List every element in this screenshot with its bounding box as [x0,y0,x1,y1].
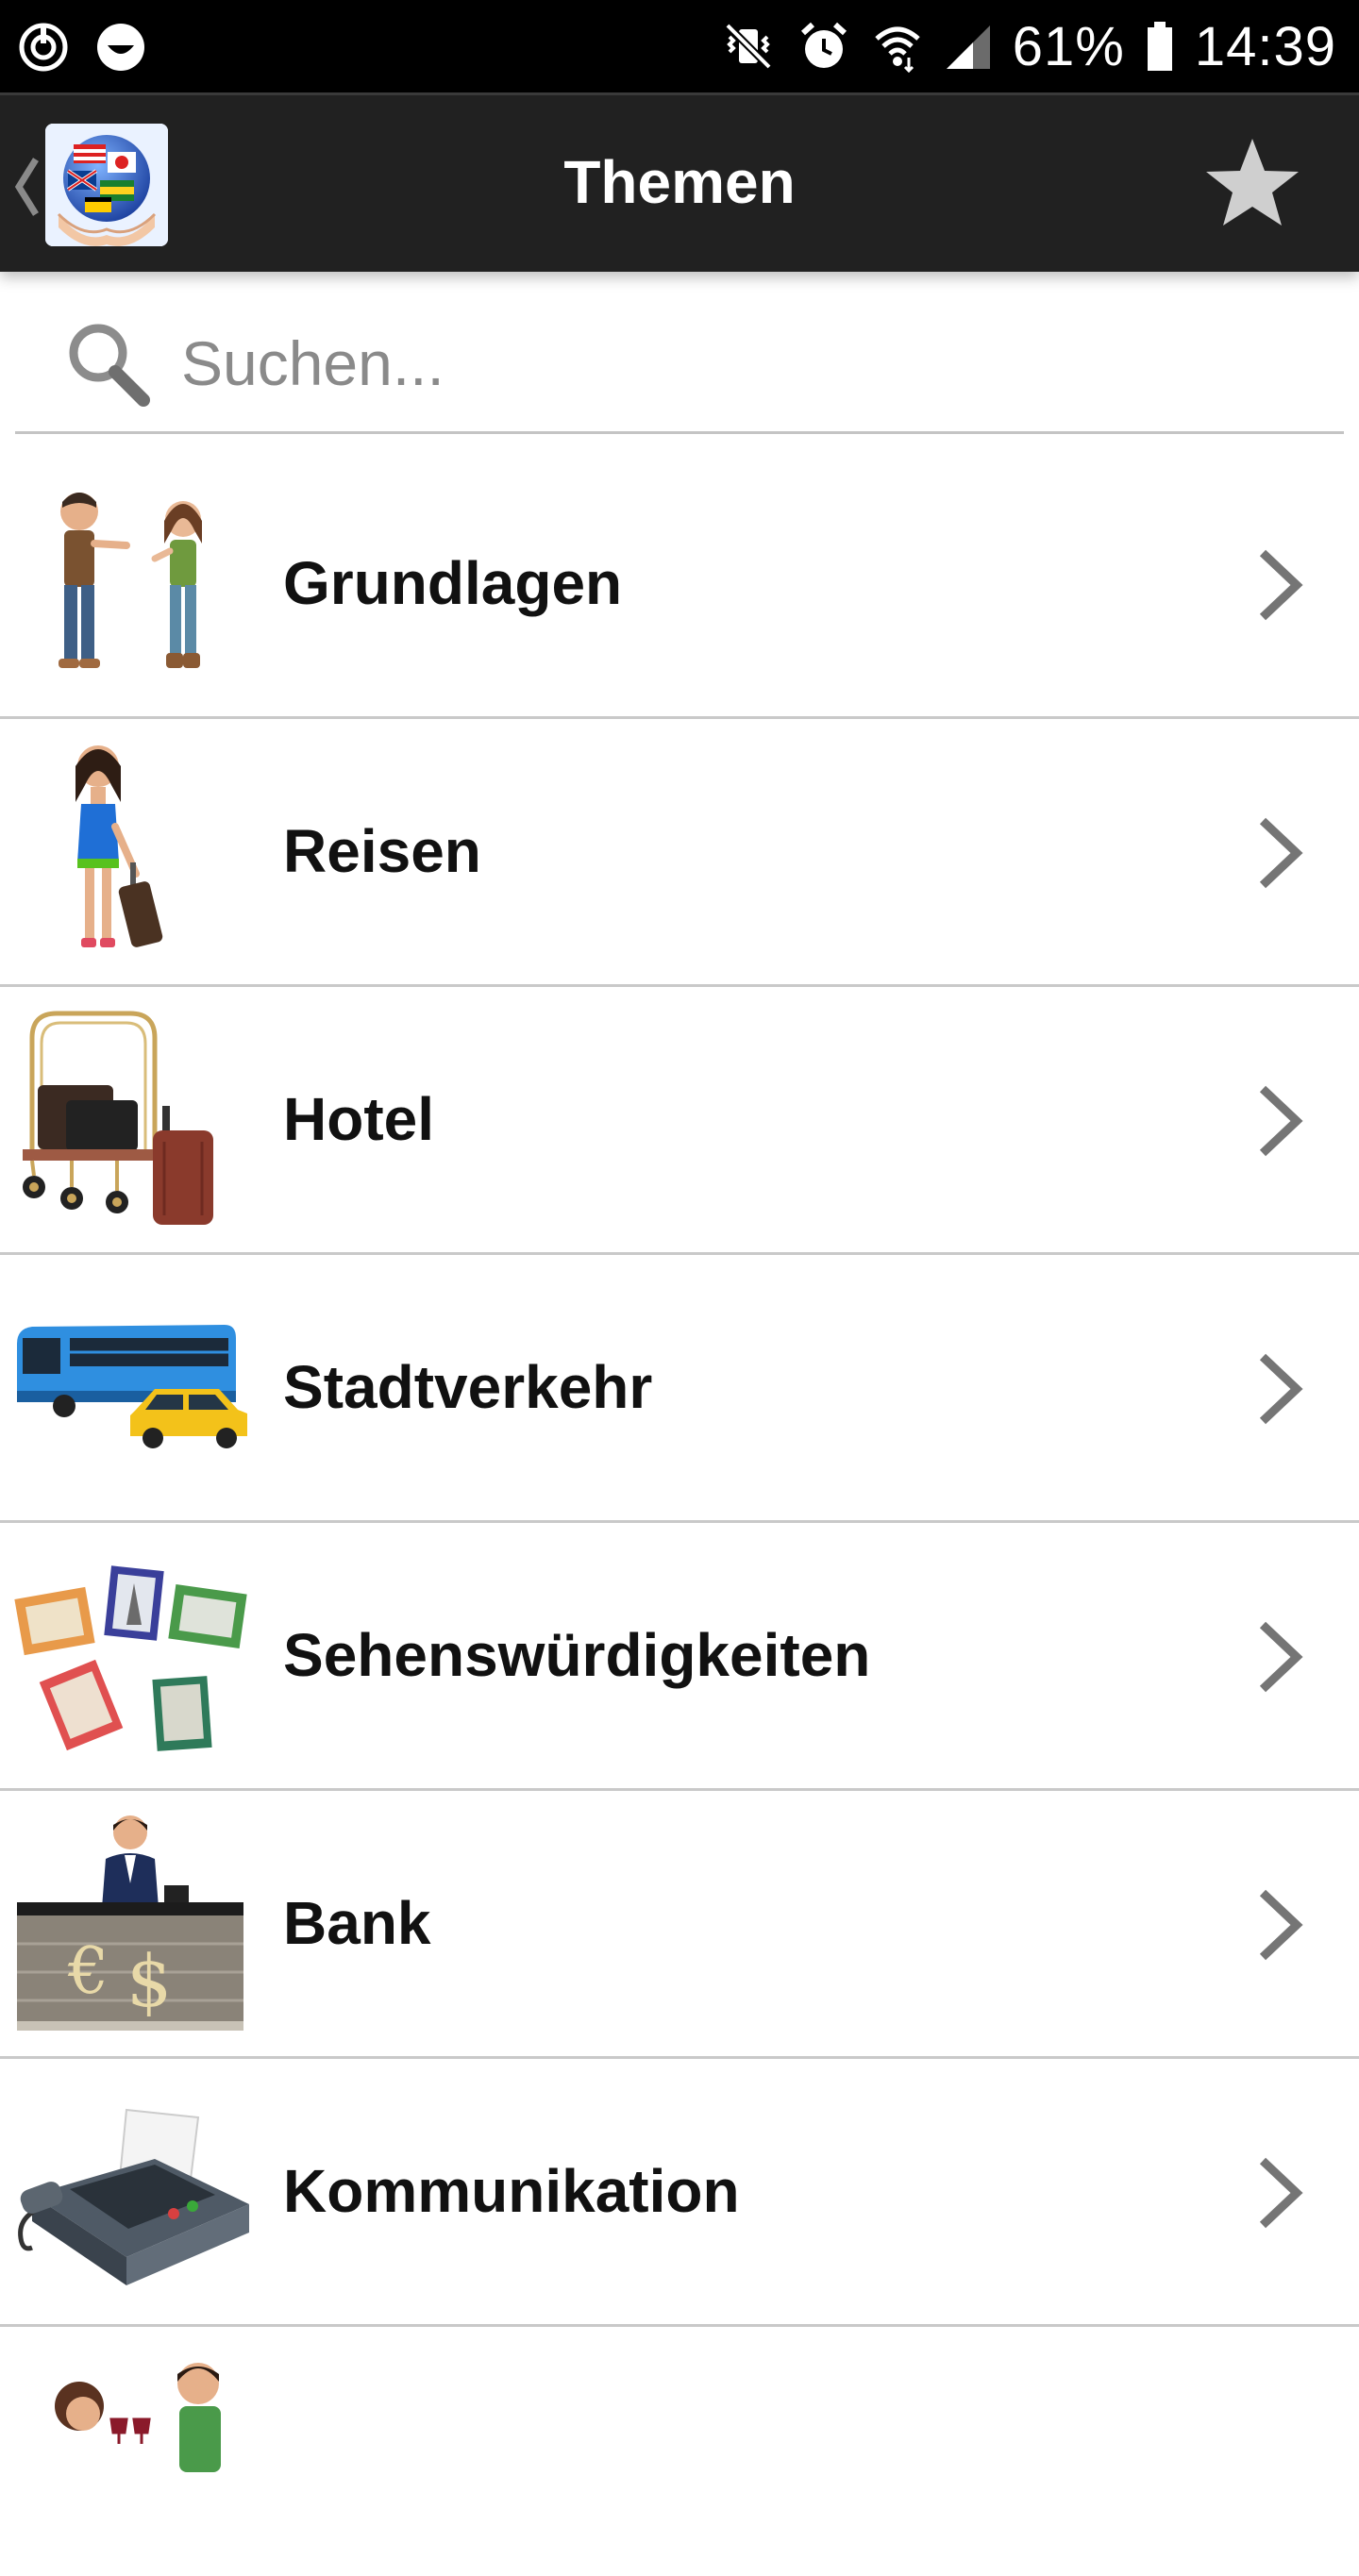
vibrate-mute-icon [720,20,777,73]
clock: 14:39 [1194,15,1336,77]
list-item-bank[interactable]: € $ Bank [0,1791,1359,2059]
chevron-right-icon [1259,1353,1303,1425]
list-item-kommunikation[interactable]: Kommunikation [0,2059,1359,2327]
list-item-label: Grundlagen [283,549,623,617]
list-item-stadtverkehr[interactable]: Stadtverkehr [0,1255,1359,1523]
search-bar [15,293,1344,434]
list-item-label: Reisen [283,817,481,885]
chevron-right-icon [1259,1889,1303,1961]
list-item-label: Bank [283,1889,431,1957]
power-sync-icon [17,21,70,74]
list-item-label: Stadtverkehr [283,1353,653,1421]
chevron-right-icon [1259,549,1303,621]
chevron-right-icon [1259,2157,1303,2229]
luggage-cart-illustration [23,1011,213,1225]
svg-text:$: $ [126,1939,172,2023]
signal-icon [945,20,992,73]
people-talking-illustration [59,493,202,668]
battery-icon [1146,20,1174,73]
favorites-star-icon[interactable] [1200,133,1304,237]
chevron-right-icon [1259,1085,1303,1157]
wifi-icon [871,20,924,73]
status-bar: 61% 14:39 [0,0,1359,92]
list-item-hotel[interactable]: Hotel [0,987,1359,1255]
dining-couple-illustration [55,2363,221,2472]
list-item-partial[interactable] [0,2327,1359,2472]
traveler-with-suitcase-illustration [76,745,163,947]
bank-counter-illustration: € $ [17,1815,243,2031]
chevron-right-icon [1259,817,1303,889]
fax-machine-illustration [18,2108,249,2285]
list-item-grundlagen[interactable]: Grundlagen [0,451,1359,719]
list-item-label: Hotel [283,1085,434,1153]
page-title: Themen [563,148,796,216]
chevron-right-icon [1259,1621,1303,1693]
app-logo[interactable] [45,124,168,246]
search-icon [69,324,150,407]
svg-text:€: € [67,1934,109,2009]
topic-list: Grundlagen Reisen Hotel Stadtverkehr Seh… [0,451,1359,2472]
list-item-label: Sehenswürdigkeiten [283,1621,871,1689]
battery-percent: 61% [1012,15,1125,77]
alarm-icon [797,20,850,73]
back-chevron-icon[interactable] [13,154,40,220]
landmark-photos-illustration [14,1565,247,1751]
list-item-sehenswuerdigkeiten[interactable]: Sehenswürdigkeiten [0,1523,1359,1791]
smiley-icon [94,21,147,74]
bus-and-taxi-illustration [17,1325,247,1448]
list-item-label: Kommunikation [283,2157,740,2225]
search-input[interactable] [181,311,1295,415]
list-item-reisen[interactable]: Reisen [0,719,1359,987]
app-bar: Themen [0,92,1359,272]
